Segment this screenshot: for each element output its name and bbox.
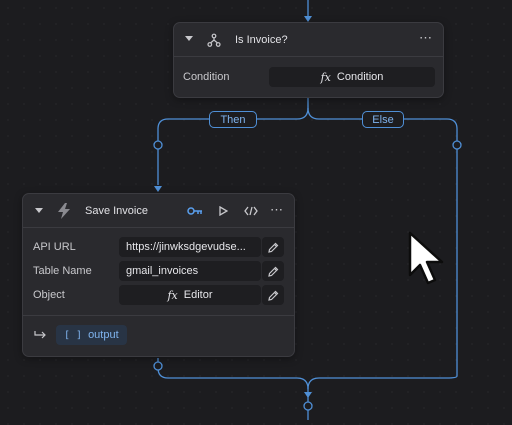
key-icon[interactable] bbox=[186, 204, 204, 218]
api-url-field[interactable]: https://jinwksdgevudse... bbox=[119, 237, 261, 257]
branch-else-label[interactable]: Else bbox=[362, 111, 404, 128]
then-port[interactable] bbox=[153, 140, 163, 150]
function-icon: fx bbox=[320, 70, 331, 84]
condition-node[interactable]: Is Invoice? ⋯ Condition fx Condition bbox=[173, 22, 444, 98]
more-icon[interactable]: ⋯ bbox=[268, 202, 286, 217]
else-port[interactable] bbox=[452, 140, 462, 150]
condition-node-divider bbox=[174, 56, 443, 57]
output-variable-text: output bbox=[88, 329, 119, 341]
pencil-icon bbox=[267, 266, 278, 277]
return-arrow-icon bbox=[33, 329, 47, 341]
branch-then-label[interactable]: Then bbox=[209, 111, 257, 128]
play-icon[interactable] bbox=[216, 204, 230, 218]
api-url-edit-button[interactable] bbox=[262, 237, 284, 257]
branch-then-text: Then bbox=[220, 113, 246, 126]
condition-value-field[interactable]: fx Condition bbox=[269, 67, 435, 87]
branch-icon bbox=[206, 32, 222, 48]
condition-node-title: Is Invoice? bbox=[235, 34, 288, 46]
condition-node-header[interactable]: Is Invoice? ⋯ bbox=[174, 23, 443, 55]
condition-value-text: Condition bbox=[336, 71, 384, 83]
chevron-down-icon[interactable] bbox=[34, 206, 44, 216]
pencil-icon bbox=[267, 242, 278, 253]
function-icon: fx bbox=[167, 288, 178, 302]
object-field[interactable]: fx Editor bbox=[119, 285, 261, 305]
field-label-object: Object bbox=[33, 289, 65, 301]
wire-else-merge bbox=[307, 375, 458, 390]
table-name-value: gmail_invoices bbox=[126, 265, 199, 277]
output-variable-chip[interactable]: [ ] output bbox=[56, 325, 127, 345]
lightning-icon bbox=[56, 202, 72, 220]
api-url-value: https://jinwksdgevudse... bbox=[126, 241, 246, 253]
merge-port[interactable] bbox=[303, 401, 313, 411]
mouse-cursor-icon bbox=[408, 231, 444, 285]
object-value: Editor bbox=[183, 289, 213, 301]
object-edit-button[interactable] bbox=[262, 285, 284, 305]
table-name-field[interactable]: gmail_invoices bbox=[119, 261, 261, 281]
save-node-title: Save Invoice bbox=[85, 205, 148, 217]
save-invoice-node[interactable]: Save Invoice ⋯ API URL https://jinwksdge… bbox=[22, 193, 295, 357]
save-node-divider bbox=[23, 227, 294, 228]
wire-save-out bbox=[157, 358, 309, 420]
pencil-icon bbox=[267, 290, 278, 301]
field-label-table-name: Table Name bbox=[33, 265, 92, 277]
table-name-edit-button[interactable] bbox=[262, 261, 284, 281]
array-bracket-icon: [ ] bbox=[64, 329, 83, 341]
code-icon[interactable] bbox=[242, 204, 260, 218]
save-node-header[interactable]: Save Invoice ⋯ bbox=[23, 194, 294, 226]
condition-label: Condition bbox=[183, 71, 230, 83]
field-label-api-url: API URL bbox=[33, 241, 76, 253]
save-output-port[interactable] bbox=[153, 361, 163, 371]
arrow-merge bbox=[304, 392, 312, 398]
arrow-into-save bbox=[154, 186, 162, 192]
more-icon[interactable]: ⋯ bbox=[417, 30, 435, 45]
save-node-output-divider bbox=[23, 315, 294, 316]
chevron-down-icon[interactable] bbox=[184, 34, 194, 44]
branch-else-text: Else bbox=[372, 113, 394, 126]
